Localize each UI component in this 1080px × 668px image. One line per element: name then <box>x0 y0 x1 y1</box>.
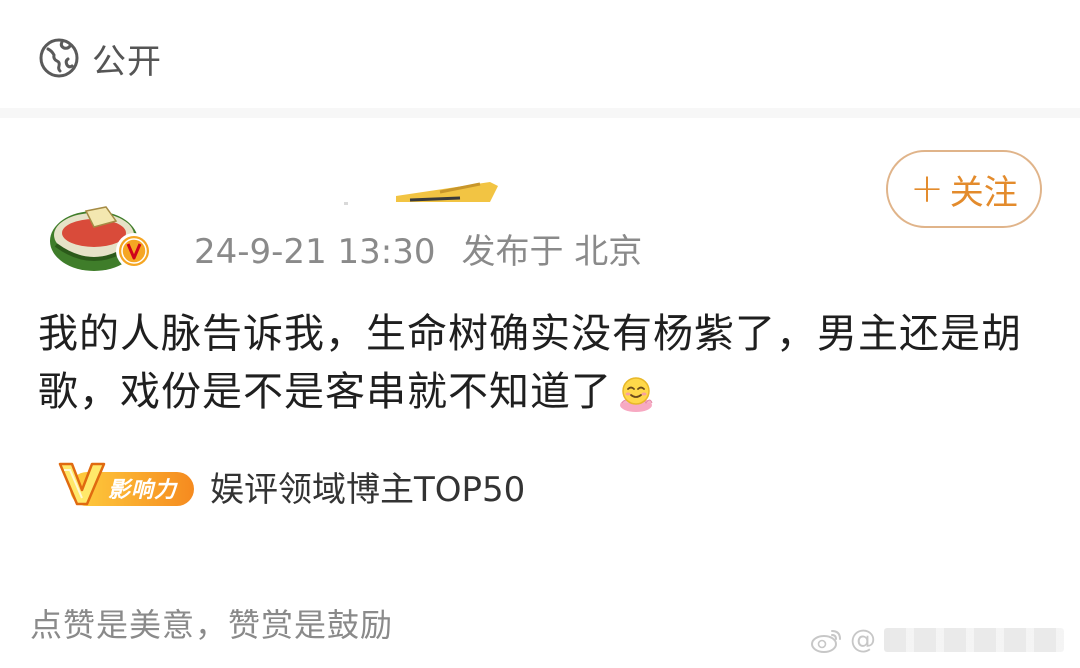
smiling-face-emoji-icon <box>620 377 653 412</box>
avatar[interactable] <box>46 205 158 275</box>
influence-badge-text: 影响力 <box>108 478 178 503</box>
visibility-indicator[interactable]: 公开 <box>38 36 162 82</box>
visibility-label: 公开 <box>92 41 162 82</box>
watermark-username-obscured <box>884 628 1064 652</box>
post-timestamp: 24-9-21 13:30 <box>194 232 436 272</box>
appreciation-text: 点赞是美意，赞赏是鼓励 <box>30 606 394 644</box>
watermark-prefix: @ <box>850 625 876 655</box>
section-divider <box>0 108 1080 118</box>
post-location: 发布于 北京 <box>461 232 643 272</box>
post-text: 我的人脉告诉我，生命树确实没有杨紫了，男主还是胡歌，戏份是不是客串就不知道了 <box>38 311 1022 415</box>
weibo-watermark: @ <box>810 620 1064 660</box>
influence-label: 娱评领域博主TOP50 <box>210 469 526 510</box>
globe-icon <box>39 38 79 78</box>
visibility-bar: 公开 <box>0 0 1080 109</box>
follow-button[interactable]: + 关注 <box>886 150 1042 228</box>
weibo-icon <box>811 630 841 653</box>
post-meta: 24-9-21 13:30 发布于 北京 <box>194 224 642 273</box>
follow-label: 关注 <box>949 172 1018 213</box>
post-content: 我的人脉告诉我，生命树确实没有杨紫了，男主还是胡歌，戏份是不是客串就不知道了 <box>38 305 1048 421</box>
author-name-obscured[interactable] <box>340 178 500 206</box>
plus-icon: + <box>910 166 944 212</box>
